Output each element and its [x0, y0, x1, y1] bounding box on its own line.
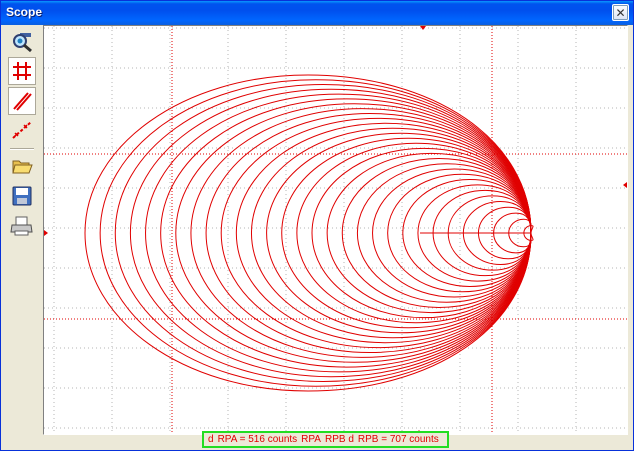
readout-part: d [208, 434, 214, 445]
print-button[interactable] [8, 212, 36, 240]
cursor-marker-right [623, 182, 627, 188]
line-mode-button[interactable] [8, 87, 36, 115]
readout-part: RPA = 516 counts [217, 434, 298, 445]
cursor-readout: d RPA = 516 counts RPA RPB d RPB = 707 count… [202, 431, 449, 448]
scope-plot[interactable] [44, 26, 627, 434]
scope-plot-area[interactable] [43, 25, 628, 435]
scope-window: Scope ✕ d RPA = 516 counts RPA RPB d RPB… [0, 0, 634, 451]
readout-part: RPA [301, 434, 321, 445]
close-button[interactable]: ✕ [612, 4, 629, 21]
points-mode-button[interactable] [8, 116, 36, 144]
print-icon [10, 216, 33, 236]
title-bar[interactable]: Scope ✕ [1, 1, 633, 25]
save-icon [12, 186, 32, 206]
toolbar-separator [10, 148, 34, 150]
grid-icon [13, 62, 31, 80]
line-icon [13, 92, 32, 111]
window-title: Scope [6, 5, 43, 19]
points-icon [12, 121, 32, 139]
cursor-marker-left [44, 230, 48, 236]
zoom-icon [13, 33, 32, 53]
grid-button[interactable] [8, 57, 36, 85]
open-button[interactable] [8, 152, 36, 180]
readout-part: RPB = 707 counts [357, 434, 439, 445]
open-folder-icon [12, 160, 33, 174]
save-button[interactable] [8, 182, 36, 210]
close-icon: ✕ [615, 5, 626, 20]
toolbar [4, 25, 40, 448]
zoom-button[interactable] [8, 28, 36, 56]
readout-part: RPB d [324, 434, 354, 445]
